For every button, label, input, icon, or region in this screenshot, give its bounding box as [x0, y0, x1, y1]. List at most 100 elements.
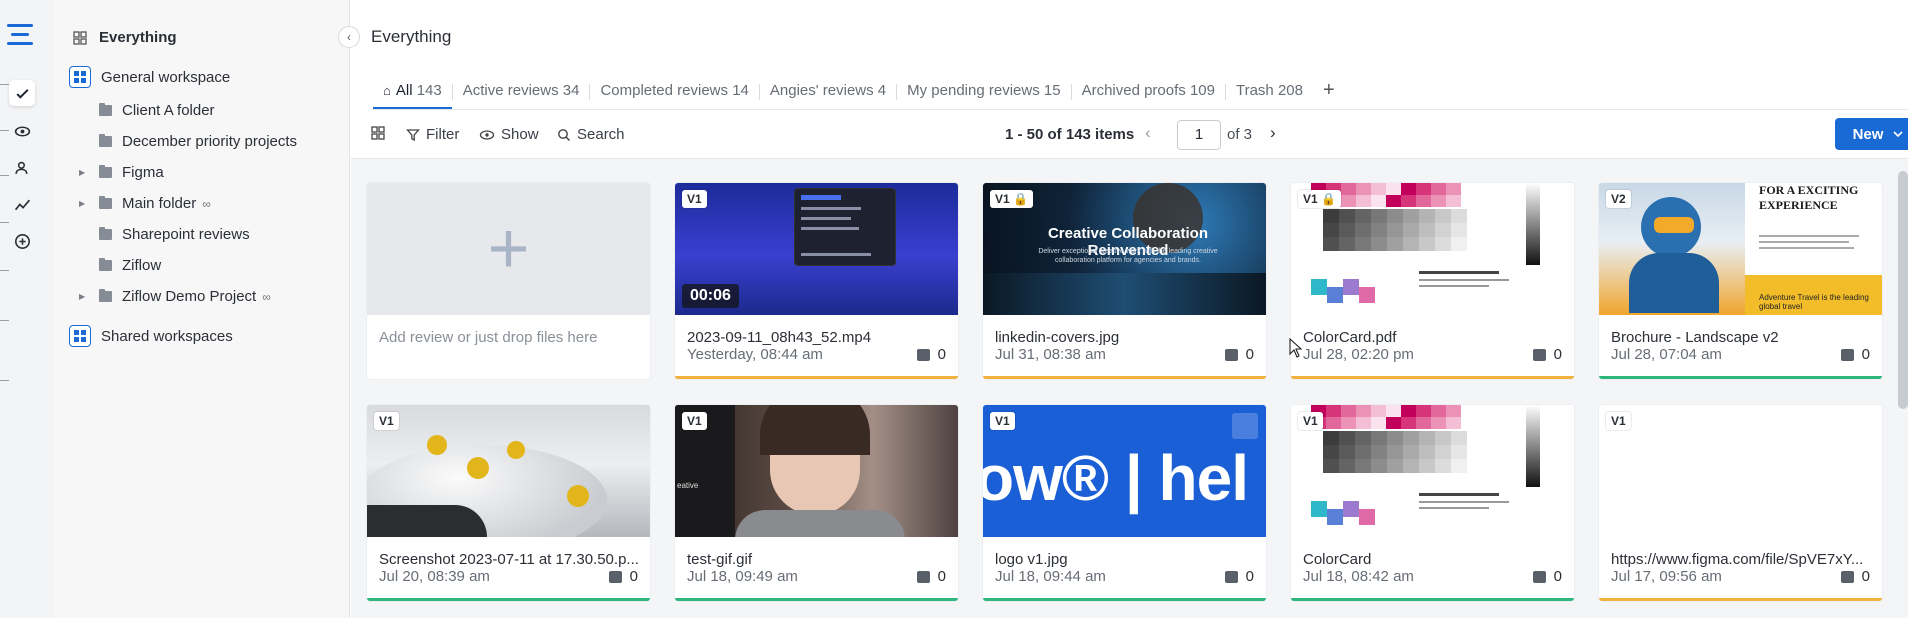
- tab-active-reviews[interactable]: Active reviews 34: [453, 80, 590, 107]
- comment-count[interactable]: 0: [608, 568, 638, 585]
- analytics-icon[interactable]: [9, 192, 35, 218]
- new-button[interactable]: New: [1835, 118, 1908, 150]
- prev-page-button[interactable]: ‹: [1145, 123, 1151, 143]
- card-name[interactable]: linkedin-covers.jpg: [995, 329, 1255, 346]
- card-date: Jul 17, 09:56 am: [1611, 568, 1722, 585]
- comment-count[interactable]: 0: [1224, 346, 1254, 363]
- folder-label: Sharepoint reviews: [122, 226, 250, 243]
- review-card[interactable]: 00:06 V1 2023-09-11_08h43_52.mp4 Yesterday,…: [675, 183, 958, 379]
- version-badge: V1 🔒: [1298, 190, 1341, 208]
- card-date: Jul 28, 02:20 pm: [1303, 346, 1414, 363]
- add-review-dropzone[interactable]: +: [367, 183, 650, 315]
- lock-icon: 🔒: [1013, 192, 1028, 206]
- tab-angies-reviews[interactable]: Angies' reviews 4: [760, 80, 896, 107]
- card-thumbnail[interactable]: [1599, 405, 1882, 537]
- comment-count[interactable]: 0: [1224, 568, 1254, 585]
- card-date: Jul 20, 08:39 am: [379, 568, 490, 585]
- tab-trash[interactable]: Trash 208: [1226, 80, 1313, 107]
- card-name[interactable]: Screenshot 2023-07-11 at 17.30.50.p...: [379, 551, 639, 568]
- comment-icon: [1840, 348, 1854, 361]
- review-card[interactable]: V1 🔒 ColorCard.pdf Jul 28, 02:20 pm 0: [1291, 183, 1574, 379]
- sidebar-item-everything[interactable]: Everything: [73, 29, 177, 46]
- review-card[interactable]: V1 https://www.figma.com/file/SpVE7xY... J…: [1599, 405, 1882, 601]
- tab-completed-reviews[interactable]: Completed reviews 14: [590, 80, 758, 107]
- sidebar-folder[interactable]: Sharepoint reviews: [79, 226, 250, 243]
- caret-right-icon[interactable]: ▶: [79, 168, 91, 177]
- card-name[interactable]: 2023-09-11_08h43_52.mp4: [687, 329, 947, 346]
- scrollbar[interactable]: [1898, 171, 1908, 409]
- review-card[interactable]: V1 ColorCard Jul 18, 08:42 am 0: [1291, 405, 1574, 601]
- sidebar: Everything General workspace Client A fo…: [54, 0, 350, 618]
- view-toggle-button[interactable]: [371, 126, 391, 140]
- card-thumbnail[interactable]: [1291, 405, 1574, 537]
- review-card[interactable]: eative V1 test-gif.gif Jul 18, 09:49 am 0: [675, 405, 958, 601]
- caret-right-icon[interactable]: ▶: [79, 199, 91, 208]
- review-card[interactable]: Creative Collaboration Reinvented Deliver…: [983, 183, 1266, 379]
- link-icon: ∞: [262, 289, 271, 304]
- card-name[interactable]: https://www.figma.com/file/SpVE7xY...: [1611, 551, 1871, 568]
- folder-icon: [99, 165, 112, 178]
- add-review-card[interactable]: + Add review or just drop files here: [367, 183, 650, 379]
- add-tab-button[interactable]: +: [1313, 80, 1345, 100]
- video-duration: 00:06: [682, 284, 739, 308]
- sidebar-folder[interactable]: ▶ Figma: [79, 164, 164, 181]
- card-name[interactable]: Brochure - Landscape v2: [1611, 329, 1871, 346]
- next-page-button[interactable]: ›: [1270, 123, 1276, 143]
- card-name[interactable]: ColorCard: [1303, 551, 1563, 568]
- card-thumbnail[interactable]: 00:06: [675, 183, 958, 315]
- show-label: Show: [501, 126, 539, 143]
- card-name[interactable]: ColorCard.pdf: [1303, 329, 1563, 346]
- rail-divider: [0, 380, 9, 381]
- ziflow-logo-icon[interactable]: [7, 24, 35, 50]
- comment-count[interactable]: 0: [1840, 568, 1870, 585]
- card-name[interactable]: logo v1.jpg: [995, 551, 1255, 568]
- comment-count[interactable]: 0: [1840, 346, 1870, 363]
- comment-count[interactable]: 0: [1532, 568, 1562, 585]
- chevron-left-icon: ‹: [347, 30, 351, 44]
- tab-all[interactable]: ⌂ All 143: [373, 80, 452, 109]
- card-thumbnail[interactable]: eative: [675, 405, 958, 537]
- tab-label: Trash: [1235, 82, 1274, 99]
- collapse-sidebar-button[interactable]: ‹: [338, 26, 360, 48]
- workspace-icon: [69, 325, 91, 347]
- search-button[interactable]: Search: [557, 126, 625, 143]
- tab-archived-proofs[interactable]: Archived proofs 109: [1072, 80, 1225, 107]
- tab-count: 4: [877, 82, 887, 99]
- review-card[interactable]: ow® | hel V1 logo v1.jpg Jul 18, 09:44 am 0: [983, 405, 1266, 601]
- people-icon[interactable]: [9, 155, 35, 181]
- sidebar-folder[interactable]: Client A folder: [79, 102, 215, 119]
- folder-label: Figma: [122, 164, 164, 181]
- tab-my-pending-reviews[interactable]: My pending reviews 15: [897, 80, 1070, 107]
- eye-icon[interactable]: [9, 118, 35, 144]
- sidebar-folder[interactable]: ▶ Ziflow Demo Project ∞: [79, 288, 271, 305]
- sidebar-folder[interactable]: December priority projects: [79, 133, 297, 150]
- card-thumbnail[interactable]: ow® | hel: [983, 405, 1266, 537]
- app-window: Everything General workspace Client A fo…: [0, 0, 1908, 618]
- card-date: Jul 18, 08:42 am: [1303, 568, 1414, 585]
- review-card[interactable]: FOR A EXCITING EXPERIENCE Adventure Trave…: [1599, 183, 1882, 379]
- sidebar-folder[interactable]: Ziflow: [79, 257, 161, 274]
- sidebar-folder[interactable]: ▶ Main folder ∞: [79, 195, 211, 212]
- filter-icon: [406, 128, 420, 141]
- reviews-icon[interactable]: [9, 80, 35, 106]
- comment-icon: [916, 348, 930, 361]
- card-thumbnail[interactable]: [367, 405, 650, 537]
- card-thumbnail[interactable]: FOR A EXCITING EXPERIENCE Adventure Trave…: [1599, 183, 1882, 315]
- caret-right-icon[interactable]: ▶: [79, 292, 91, 301]
- comment-count[interactable]: 0: [916, 568, 946, 585]
- version-badge: V1: [1606, 412, 1631, 430]
- page-number-input[interactable]: 1: [1177, 120, 1221, 150]
- card-name[interactable]: test-gif.gif: [687, 551, 947, 568]
- thumb-logo-text: ow® | hel: [983, 442, 1249, 514]
- review-card[interactable]: V1 Screenshot 2023-07-11 at 17.30.50.p...…: [367, 405, 650, 601]
- add-circle-icon[interactable]: [9, 228, 35, 254]
- sidebar-item-label: Everything: [99, 29, 177, 46]
- sidebar-item-general-workspace[interactable]: General workspace: [69, 66, 230, 88]
- sidebar-item-shared-workspaces[interactable]: Shared workspaces: [69, 325, 233, 347]
- show-button[interactable]: Show: [479, 126, 539, 143]
- comment-count[interactable]: 0: [1532, 346, 1562, 363]
- comment-count[interactable]: 0: [916, 346, 946, 363]
- main-panel: Everything ⌂ All 143 Active reviews 34 Comp…: [351, 0, 1908, 618]
- folder-label: Client A folder: [122, 102, 215, 119]
- filter-button[interactable]: Filter: [406, 126, 459, 143]
